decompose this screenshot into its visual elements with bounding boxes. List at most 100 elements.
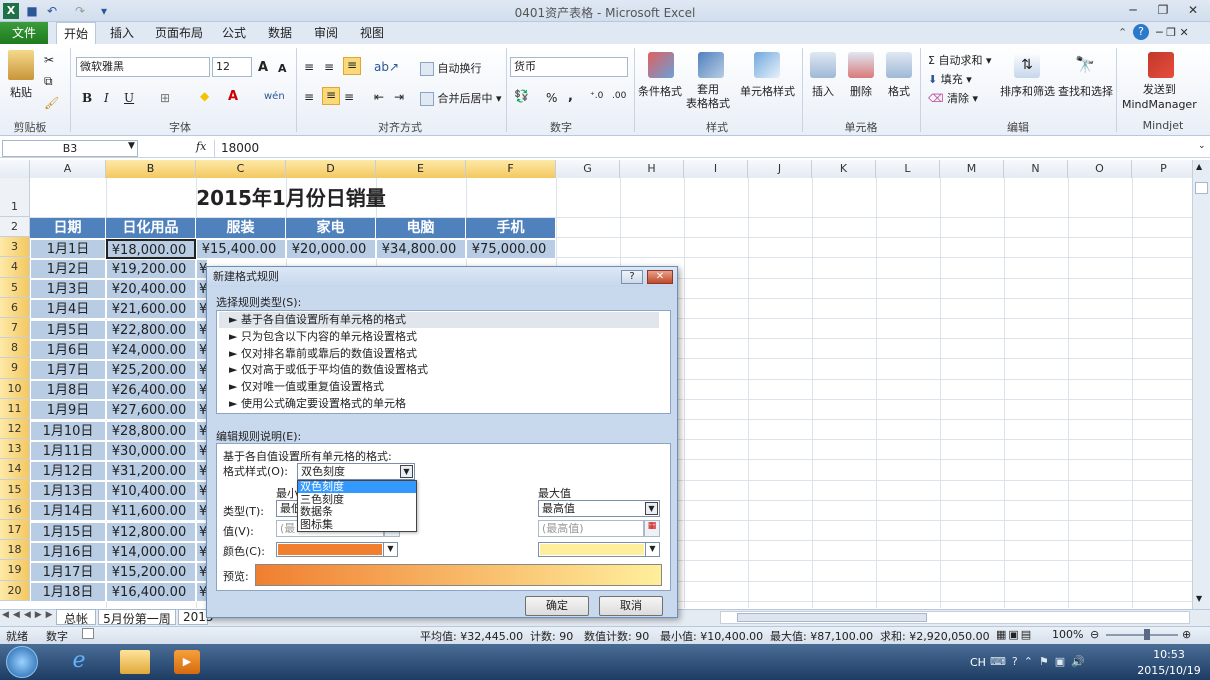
table-cell[interactable]: 1月12日 <box>30 461 106 481</box>
align-center-icon[interactable]: ≡ <box>322 87 340 105</box>
cancel-button[interactable]: 取消 <box>599 596 663 616</box>
column-header[interactable]: K <box>812 160 876 178</box>
row-header[interactable]: 4 <box>0 257 30 278</box>
row-header[interactable]: 17 <box>0 520 30 541</box>
row-header[interactable]: 20 <box>0 580 30 601</box>
paste-icon[interactable] <box>8 50 34 80</box>
min-color-dropdown-icon[interactable]: ▼ <box>383 542 397 557</box>
table-cell[interactable]: ¥20,000.00 <box>286 239 376 259</box>
save-icon[interactable]: ■ <box>24 3 40 19</box>
scroll-down-icon[interactable]: ▼ <box>1196 594 1202 603</box>
align-left-icon[interactable]: ≡ <box>304 90 314 104</box>
format-style-option[interactable]: 双色刻度 <box>298 481 416 493</box>
max-color-dropdown-icon[interactable]: ▼ <box>645 542 659 557</box>
decrease-indent-icon[interactable]: ⇤ <box>374 90 384 104</box>
row-header[interactable]: 3 <box>0 237 30 258</box>
table-cell[interactable]: ¥22,800.00 <box>106 319 196 340</box>
tab-view[interactable]: 视图 <box>352 22 392 44</box>
table-cell[interactable]: 1月8日 <box>30 380 106 401</box>
column-header[interactable]: P <box>1132 160 1196 178</box>
table-cell[interactable]: 1月6日 <box>30 339 106 360</box>
table-cell[interactable]: ¥18,000.00 <box>106 239 196 259</box>
table-cell[interactable]: 1月2日 <box>30 259 106 279</box>
column-header[interactable]: I <box>684 160 748 178</box>
row-header[interactable]: 11 <box>0 398 30 419</box>
format-style-option[interactable]: 三色刻度 <box>298 493 416 506</box>
max-color-picker[interactable]: ▼ <box>538 542 660 557</box>
rule-type-item[interactable]: ► 基于各自值设置所有单元格的格式 <box>219 312 659 328</box>
sort-filter-button[interactable]: 排序和筛选 <box>1000 83 1055 99</box>
column-header[interactable]: E <box>376 160 466 178</box>
middle-align-icon[interactable]: ≡ <box>324 60 334 74</box>
column-header[interactable]: H <box>620 160 684 178</box>
decrease-decimal-icon[interactable]: .00 <box>612 91 626 101</box>
macro-record-icon[interactable] <box>82 628 94 639</box>
table-cell[interactable]: 1月9日 <box>30 400 106 421</box>
table-cell[interactable]: ¥15,200.00 <box>106 562 196 582</box>
tab-review[interactable]: 审阅 <box>306 22 346 44</box>
tab-page-layout[interactable]: 页面布局 <box>150 22 208 44</box>
explorer-icon[interactable] <box>120 650 150 674</box>
sheet-tab-active[interactable]: 2015 <box>178 609 214 625</box>
dialog-close-icon[interactable]: ✕ <box>647 270 673 284</box>
redo-icon[interactable]: ↷ <box>72 3 88 19</box>
number-format-select[interactable]: 货币 <box>510 57 628 77</box>
rule-type-item[interactable]: ► 使用公式确定要设置格式的单元格 <box>219 396 659 412</box>
row-header[interactable]: 12 <box>0 419 30 440</box>
send-to-mindmanager-button[interactable]: 发送到 MindManager <box>1122 82 1197 112</box>
select-all-corner[interactable] <box>0 160 30 178</box>
find-select-button[interactable]: 查找和选择 <box>1058 83 1113 99</box>
clock-time[interactable]: 10:53 <box>1140 648 1198 661</box>
table-cell[interactable]: ¥31,200.00 <box>106 461 196 481</box>
fill-color-icon[interactable]: ◆ <box>200 89 209 103</box>
formula-expand-icon[interactable]: ⌄ <box>1198 141 1206 151</box>
format-as-table-button[interactable]: 套用 表格格式 <box>686 83 730 111</box>
column-header[interactable]: B <box>106 160 196 178</box>
copy-icon[interactable]: ⧉ <box>44 74 53 89</box>
ok-button[interactable]: 确定 <box>525 596 589 616</box>
insert-cells-button[interactable]: 插入 <box>812 83 834 99</box>
percent-button[interactable]: % <box>546 91 557 105</box>
insert-cells-icon[interactable] <box>810 52 836 78</box>
table-cell[interactable]: 1月11日 <box>30 440 106 461</box>
orientation-icon[interactable]: ab↗ <box>374 60 399 74</box>
horizontal-scroll-thumb[interactable] <box>737 613 927 622</box>
vertical-scrollbar[interactable]: ▲ ▼ <box>1192 160 1210 609</box>
table-cell[interactable]: ¥21,600.00 <box>106 299 196 320</box>
row-header[interactable]: 13 <box>0 439 30 460</box>
max-value-picker-icon[interactable]: ▦ <box>644 520 660 537</box>
font-color-icon[interactable]: A <box>228 89 238 104</box>
table-cell[interactable]: ¥12,800.00 <box>106 521 196 542</box>
top-align-icon[interactable]: ≡ <box>304 60 314 74</box>
phonetic-icon[interactable]: wén <box>264 91 285 102</box>
restore-icon[interactable]: ❐ <box>1152 2 1174 18</box>
row-header[interactable]: 10 <box>0 378 30 399</box>
row-header[interactable]: 1 <box>0 178 30 217</box>
max-type-select[interactable]: 最高值 <box>538 500 660 517</box>
table-cell[interactable]: 1月18日 <box>30 582 106 603</box>
table-cell[interactable]: 1月17日 <box>30 562 106 582</box>
grow-font-icon[interactable]: A <box>258 60 268 75</box>
row-header[interactable]: 15 <box>0 479 30 500</box>
table-cell[interactable]: ¥14,000.00 <box>106 541 196 562</box>
format-style-option[interactable]: 数据条 <box>298 506 416 518</box>
table-cell[interactable]: 1月3日 <box>30 279 106 300</box>
tab-insert[interactable]: 插入 <box>102 22 142 44</box>
row-header[interactable]: 2 <box>0 217 30 238</box>
table-cell[interactable]: ¥34,800.00 <box>376 239 466 259</box>
table-cell[interactable]: ¥19,200.00 <box>106 259 196 279</box>
paste-button-label[interactable]: 粘贴 <box>10 84 32 100</box>
column-header[interactable]: D <box>286 160 376 178</box>
conditional-formatting-icon[interactable] <box>648 52 674 78</box>
column-header[interactable]: F <box>466 160 556 178</box>
table-cell[interactable]: 1月15日 <box>30 521 106 542</box>
undo-icon[interactable]: ↶ <box>44 3 60 19</box>
tab-data[interactable]: 数据 <box>260 22 300 44</box>
wrap-text-button[interactable]: 自动换行 <box>420 60 482 76</box>
zoom-in-icon[interactable]: ⊕ <box>1182 628 1191 641</box>
format-cells-icon[interactable] <box>886 52 912 78</box>
dialog-help-icon[interactable]: ? <box>621 270 643 284</box>
row-header[interactable]: 18 <box>0 540 30 561</box>
table-cell[interactable]: ¥25,200.00 <box>106 360 196 380</box>
max-value-input[interactable]: (最高值) <box>538 520 644 537</box>
